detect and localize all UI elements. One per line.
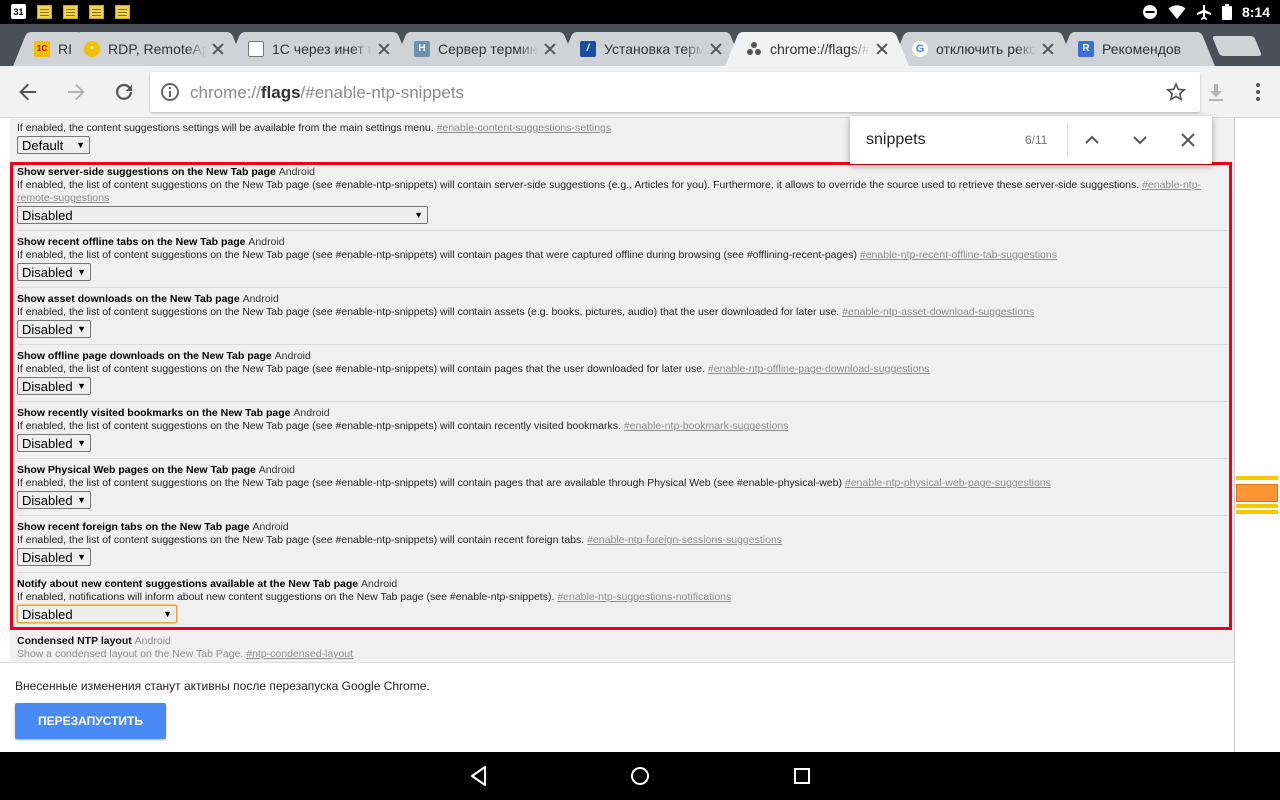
download-button[interactable] [1200,76,1232,108]
find-match-marker-active [1236,484,1278,502]
find-match-marker [1236,476,1278,480]
reload-icon [116,83,132,100]
new-tab-button[interactable] [1211,36,1263,56]
tab-title: Рекомендов [1102,41,1182,57]
scrollbar[interactable] [1234,118,1280,752]
tab[interactable]: / Установка терм [574,32,728,66]
close-icon[interactable] [210,41,226,57]
google-favicon-icon: G [912,41,928,57]
bookmark-star-icon[interactable] [1166,82,1186,102]
nav-back-icon[interactable] [467,764,491,788]
back-button[interactable] [12,76,44,108]
tab-title: chrome://flags/# [770,41,870,57]
back-arrow-icon [19,83,36,101]
status-bar: 31 8:14 [0,0,1280,24]
find-in-page-bar: snippets 6/11 [850,116,1212,164]
do-not-disturb-icon [1142,5,1157,19]
tab[interactable]: • RDP, RemoteApp [78,32,230,66]
tab[interactable]: G отключить реко [906,32,1060,66]
tab[interactable]: 1C RI [28,32,80,66]
flag-link[interactable]: #enable-content-suggestions-settings [437,122,612,134]
close-icon[interactable] [708,41,724,57]
relaunch-infobar: Внесенные изменения станут активны после… [0,662,1234,752]
reload-button[interactable] [108,76,140,108]
battery-icon [1221,4,1232,20]
h-favicon-icon: H [414,41,430,57]
wifi-icon [1168,5,1186,19]
flag-select[interactable]: Default ▼ [17,136,90,154]
tab[interactable]: H Сервер термина [408,32,562,66]
menu-button[interactable] [1242,76,1274,108]
flag-description: Show a condensed layout on the New Tab P… [17,648,354,660]
divider [1067,124,1068,156]
info-icon[interactable] [161,83,179,101]
flag-title: Condensed NTP layout Android [17,635,171,647]
close-icon[interactable] [874,41,890,57]
s-favicon-icon: / [580,41,596,57]
rdp-favicon-icon: • [84,41,100,57]
flag-entry-partial: Condensed NTP layout Android Show a cond… [17,635,1227,661]
forward-button[interactable] [60,76,92,108]
notes-icon [115,5,130,19]
close-icon[interactable] [542,41,558,57]
find-match-marker [1236,510,1278,514]
relaunch-button[interactable]: ПЕРЕЗАПУСТИТЬ [15,703,166,739]
close-icon[interactable] [376,41,392,57]
clock: 8:14 [1241,4,1270,20]
document-icon [248,41,264,57]
support-favicon-icon: R [1078,41,1094,57]
find-next-button[interactable] [1124,124,1156,156]
find-match-marker [1236,504,1278,508]
tab-title: Установка терм [604,41,704,57]
notes-icon [37,5,52,19]
tab[interactable]: R Рекомендов [1072,32,1200,66]
omnibox[interactable]: chrome://flags/#enable-ntp-snippets [150,72,1200,112]
find-previous-button[interactable] [1076,124,1108,156]
tab-title: 1C через инет н [272,41,372,57]
tab-title: отключить реко [936,41,1036,57]
relaunch-message: Внесенные изменения станут активны после… [15,679,430,693]
find-result-count: 6/11 [1025,133,1048,147]
notes-icon [89,5,104,19]
tab[interactable]: 1C через инет н [242,32,396,66]
nav-recents-icon[interactable] [790,764,814,788]
tab-title: RDP, RemoteApp [108,41,206,57]
airplane-icon [1196,5,1211,20]
dropdown-arrow-icon: ▼ [76,140,85,150]
find-close-button[interactable] [1172,124,1204,156]
nav-home-icon[interactable] [628,764,652,788]
1c-favicon-icon: 1C [34,41,50,57]
flags-page: If enabled, the content suggestions sett… [0,118,1234,662]
more-vert-icon [1256,83,1260,101]
download-icon [1209,84,1223,101]
tab-active[interactable]: chrome://flags/# [740,32,894,66]
tab-title: RI [58,41,72,57]
calendar-icon: 31 [11,4,26,19]
url-text[interactable]: chrome://flags/#enable-ntp-snippets [190,83,464,103]
android-nav-bar [0,752,1280,800]
close-icon[interactable] [1040,41,1056,57]
chevron-up-icon [1085,135,1099,144]
browser-toolbar: chrome://flags/#enable-ntp-snippets [0,66,1280,118]
tab-strip: 1C RI • RDP, RemoteApp 1C через инет н H… [0,24,1280,66]
tab-title: Сервер термина [438,41,538,57]
highlight-annotation [10,162,1232,630]
close-icon [1181,133,1195,147]
select-value: Default [22,137,64,153]
notes-icon [63,5,78,19]
flags-favicon-icon [747,42,761,55]
chevron-down-icon [1133,136,1147,145]
flag-link[interactable]: #ntp-condensed-layout [246,648,353,660]
forward-arrow-icon [68,83,85,101]
find-input[interactable]: snippets [866,131,926,149]
